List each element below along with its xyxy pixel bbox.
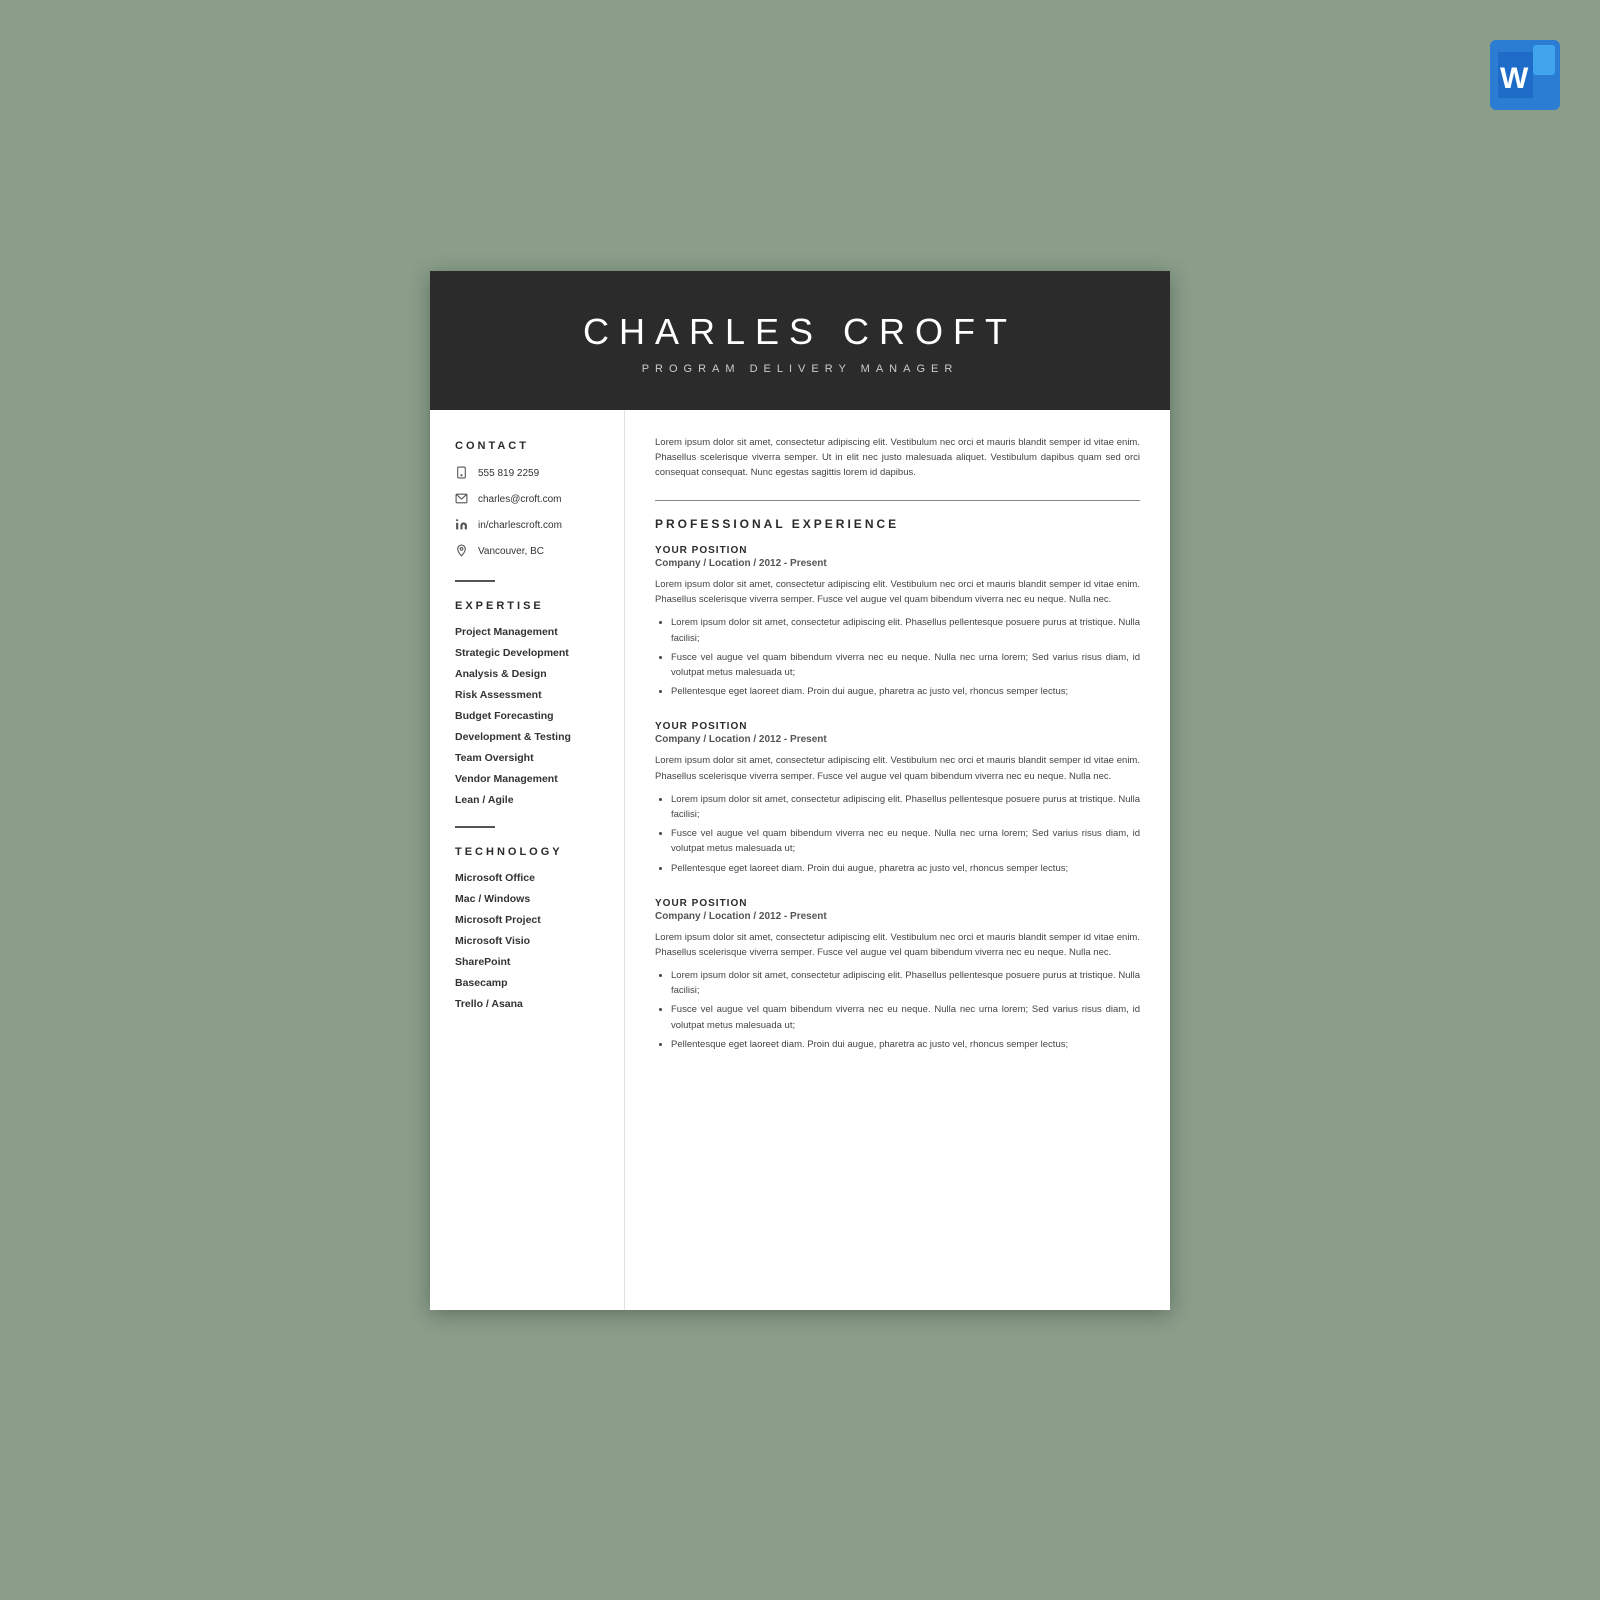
job-block-2: YOUR POSITION Company / Location / 2012 …	[655, 721, 1140, 875]
job-position-3: YOUR POSITION	[655, 898, 1140, 909]
linkedin-value: in/charlescroft.com	[478, 520, 562, 531]
job-desc-2: Lorem ipsum dolor sit amet, consectetur …	[655, 753, 1140, 783]
bullet-3-1: Lorem ipsum dolor sit amet, consectetur …	[671, 968, 1140, 998]
candidate-title: PROGRAM DELIVERY MANAGER	[460, 363, 1140, 375]
tech-2: Mac / Windows	[455, 893, 604, 905]
job-position-2: YOUR POSITION	[655, 721, 1140, 732]
candidate-name: CHARLES CROFT	[460, 311, 1140, 353]
bullet-2-2: Fusce vel augue vel quam bibendum viverr…	[671, 826, 1140, 856]
experience-section-title: PROFESSIONAL EXPERIENCE	[655, 517, 1140, 531]
job-desc-1: Lorem ipsum dolor sit amet, consectetur …	[655, 577, 1140, 607]
bullet-3-2: Fusce vel augue vel quam bibendum viverr…	[671, 1002, 1140, 1032]
skill-2: Strategic Development	[455, 647, 604, 659]
tech-1: Microsoft Office	[455, 872, 604, 884]
bullet-2-1: Lorem ipsum dolor sit amet, consectetur …	[671, 792, 1140, 822]
job-block-1: YOUR POSITION Company / Location / 2012 …	[655, 545, 1140, 699]
tech-6: Basecamp	[455, 977, 604, 989]
expertise-title: EXPERTISE	[455, 600, 604, 612]
divider-1	[455, 580, 495, 582]
phone-value: 555 819 2259	[478, 468, 539, 479]
bullet-2-3: Pellentesque eget laoreet diam. Proin du…	[671, 861, 1140, 876]
contact-section: CONTACT 555 819 2259	[455, 440, 604, 560]
job-desc-3: Lorem ipsum dolor sit amet, consectetur …	[655, 930, 1140, 960]
bullet-1-1: Lorem ipsum dolor sit amet, consectetur …	[671, 615, 1140, 645]
skill-6: Development & Testing	[455, 731, 604, 743]
skill-3: Analysis & Design	[455, 668, 604, 680]
skill-8: Vendor Management	[455, 773, 604, 785]
section-hr	[655, 500, 1140, 501]
linkedin-icon	[455, 518, 471, 534]
bullet-1-3: Pellentesque eget laoreet diam. Proin du…	[671, 684, 1140, 699]
location-icon	[455, 544, 471, 560]
expertise-section: EXPERTISE Project Management Strategic D…	[455, 600, 604, 806]
technology-title: TECHNOLOGY	[455, 846, 604, 858]
resume-body: CONTACT 555 819 2259	[430, 410, 1170, 1310]
skill-7: Team Oversight	[455, 752, 604, 764]
skill-4: Risk Assessment	[455, 689, 604, 701]
bullet-1-2: Fusce vel augue vel quam bibendum viverr…	[671, 650, 1140, 680]
tech-5: SharePoint	[455, 956, 604, 968]
bullet-3-3: Pellentesque eget laoreet diam. Proin du…	[671, 1037, 1140, 1052]
job-company-1: Company / Location / 2012 - Present	[655, 558, 1140, 569]
location-value: Vancouver, BC	[478, 546, 544, 557]
contact-linkedin: in/charlescroft.com	[455, 518, 604, 534]
contact-phone: 555 819 2259	[455, 466, 604, 482]
divider-2	[455, 826, 495, 828]
job-company-3: Company / Location / 2012 - Present	[655, 911, 1140, 922]
technology-section: TECHNOLOGY Microsoft Office Mac / Window…	[455, 846, 604, 1010]
contact-email: charles@croft.com	[455, 492, 604, 508]
skill-1: Project Management	[455, 626, 604, 638]
email-icon	[455, 492, 471, 508]
email-value: charles@croft.com	[478, 494, 562, 505]
job-position-1: YOUR POSITION	[655, 545, 1140, 556]
word-app-icon[interactable]: W	[1490, 40, 1560, 110]
phone-icon	[455, 466, 471, 482]
resume-header: CHARLES CROFT PROGRAM DELIVERY MANAGER	[430, 271, 1170, 410]
job-company-2: Company / Location / 2012 - Present	[655, 734, 1140, 745]
sidebar: CONTACT 555 819 2259	[430, 410, 625, 1310]
main-content: Lorem ipsum dolor sit amet, consectetur …	[625, 410, 1170, 1310]
job-bullets-1: Lorem ipsum dolor sit amet, consectetur …	[655, 615, 1140, 699]
tech-7: Trello / Asana	[455, 998, 604, 1010]
contact-title: CONTACT	[455, 440, 604, 452]
tech-4: Microsoft Visio	[455, 935, 604, 947]
skill-5: Budget Forecasting	[455, 710, 604, 722]
intro-paragraph: Lorem ipsum dolor sit amet, consectetur …	[655, 435, 1140, 481]
contact-location: Vancouver, BC	[455, 544, 604, 560]
svg-text:W: W	[1500, 62, 1529, 95]
job-block-3: YOUR POSITION Company / Location / 2012 …	[655, 898, 1140, 1052]
tech-3: Microsoft Project	[455, 914, 604, 926]
resume-container: CHARLES CROFT PROGRAM DELIVERY MANAGER C…	[430, 271, 1170, 1310]
job-bullets-3: Lorem ipsum dolor sit amet, consectetur …	[655, 968, 1140, 1052]
skill-9: Lean / Agile	[455, 794, 604, 806]
job-bullets-2: Lorem ipsum dolor sit amet, consectetur …	[655, 792, 1140, 876]
